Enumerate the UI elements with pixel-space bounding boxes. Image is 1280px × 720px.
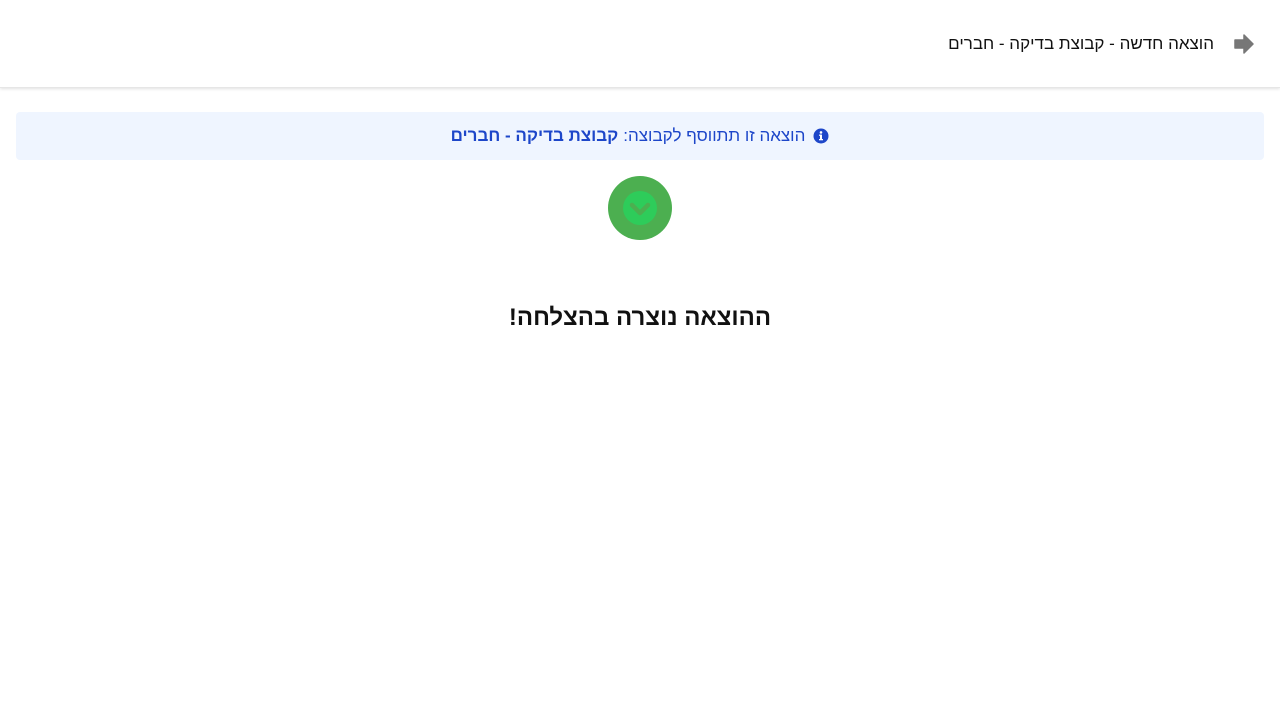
arrow-right-icon (1234, 33, 1254, 54)
info-banner-text: הוצאה זו תתווסף לקבוצה: (623, 126, 806, 145)
page-header: הוצאה חדשה - קבוצת בדיקה - חברים (0, 0, 1280, 88)
page-title: הוצאה חדשה - קבוצת בדיקה - חברים (948, 33, 1214, 53)
info-banner-group-name: קבוצת בדיקה - חברים (450, 126, 619, 145)
back-button[interactable] (1232, 32, 1256, 56)
success-check-icon (608, 176, 672, 240)
info-banner: הוצאה זו תתווסף לקבוצה: קבוצת בדיקה - חב… (16, 112, 1264, 160)
success-message: ההוצאה נוצרה בהצלחה! (508, 304, 772, 331)
info-circle-icon (813, 128, 829, 144)
check-circle-icon (623, 191, 657, 225)
